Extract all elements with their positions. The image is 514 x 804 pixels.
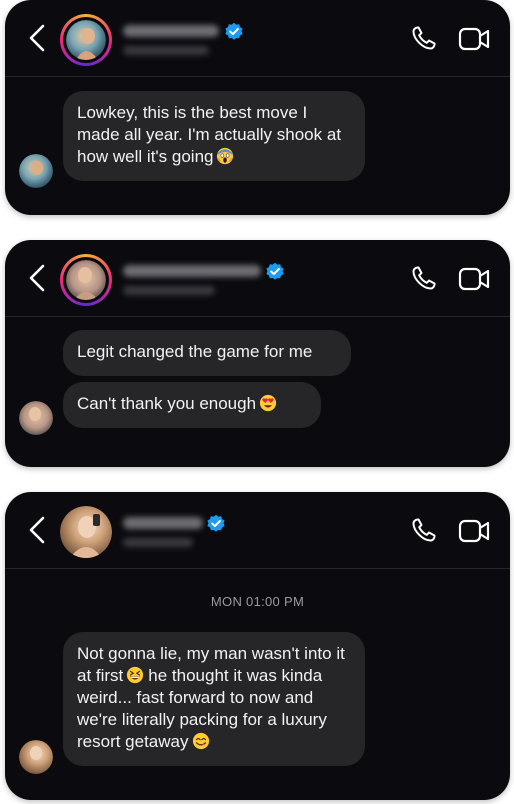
chat-card-1: Lowkey, this is the best move I made all… [5,0,510,215]
message-text: Lowkey, this is the best move I made all… [77,103,342,166]
message-bubble[interactable]: Can't thank you enough [63,382,321,428]
heart-eyes-icon [259,394,277,412]
sender-avatar[interactable] [19,154,53,188]
contact-username-blurred [123,538,193,547]
face-savoring-food-icon [192,732,210,750]
contact-name-blurred[interactable] [123,265,261,277]
video-camera-icon[interactable] [458,518,490,544]
back-chevron-icon[interactable] [25,263,49,293]
contact-username-blurred [123,46,209,55]
message-timestamp: MON 01:00 PM [210,594,305,609]
verified-badge-icon [224,22,244,42]
profile-avatar[interactable] [60,14,112,66]
profile-avatar[interactable] [60,254,112,306]
chat-header [5,492,510,569]
video-camera-icon[interactable] [458,26,490,52]
back-chevron-icon[interactable] [25,515,49,545]
face-screaming-in-fear-icon [216,147,234,165]
phone-icon[interactable] [410,516,438,544]
profile-avatar[interactable] [60,506,112,558]
chat-card-3: MON 01:00 PM Not gonna lie, my man wasn'… [5,492,510,800]
contact-name-blurred[interactable] [123,25,219,37]
message-bubble[interactable]: Legit changed the game for me [63,330,351,376]
chat-card-2: Legit changed the game for me Can't than… [5,240,510,467]
chat-header [5,240,510,317]
message-text: Can't thank you enough [77,394,257,413]
sender-avatar[interactable] [19,740,53,774]
chat-header [5,0,510,77]
contact-name-blurred[interactable] [123,517,203,529]
phone-icon[interactable] [410,264,438,292]
verified-badge-icon [265,262,285,282]
sender-avatar[interactable] [19,401,53,435]
grinning-squinting-icon [126,666,144,684]
message-text: Legit changed the game for me [77,342,313,361]
message-bubble[interactable]: Not gonna lie, my man wasn't into it at … [63,632,365,766]
back-chevron-icon[interactable] [25,23,49,53]
phone-icon[interactable] [410,24,438,52]
message-bubble[interactable]: Lowkey, this is the best move I made all… [63,91,365,181]
contact-username-blurred [123,286,215,295]
verified-badge-icon [206,514,226,534]
video-camera-icon[interactable] [458,266,490,292]
